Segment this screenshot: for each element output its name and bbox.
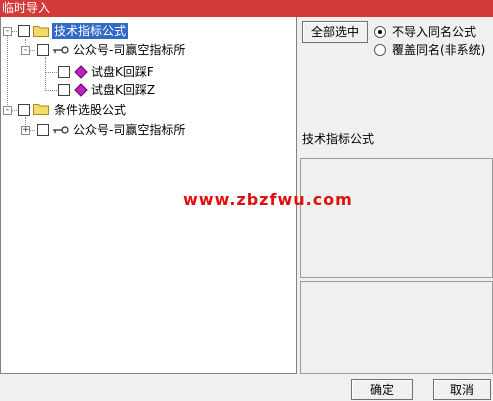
tree-connector bbox=[45, 72, 57, 73]
tree-checkbox[interactable] bbox=[58, 84, 70, 96]
tree-node-label[interactable]: 公众号-司赢空指标所 bbox=[71, 122, 187, 138]
watermark-text: www.zbzfwu.com bbox=[183, 190, 353, 209]
radio-unchecked-icon bbox=[374, 43, 386, 56]
folder-icon bbox=[33, 26, 49, 37]
tree-checkbox[interactable] bbox=[37, 124, 49, 136]
collapse-toggle[interactable]: - bbox=[21, 46, 30, 55]
key-icon bbox=[53, 46, 69, 54]
tree-checkbox[interactable] bbox=[37, 44, 49, 56]
tree-checkbox[interactable] bbox=[18, 25, 30, 37]
folder-icon bbox=[33, 104, 49, 115]
tree-node-label[interactable]: 技术指标公式 bbox=[52, 23, 129, 39]
tree-node-label[interactable]: 试盘K回踩F bbox=[89, 64, 156, 80]
collapse-toggle[interactable]: - bbox=[3, 27, 12, 36]
tree-node-label[interactable]: 条件选股公式 bbox=[52, 102, 128, 118]
select-all-button[interactable]: 全部选中 bbox=[302, 21, 368, 43]
radio-checked-icon bbox=[374, 25, 386, 38]
radio-overwrite-same-name[interactable]: 覆盖同名(非系统) bbox=[374, 41, 485, 58]
tree-node-label[interactable]: 公众号-司赢空指标所 bbox=[71, 42, 187, 58]
collapse-toggle[interactable]: - bbox=[3, 106, 12, 115]
tree-node-label[interactable]: 试盘K回踩Z bbox=[89, 82, 157, 98]
key-icon bbox=[53, 126, 69, 134]
tree-checkbox[interactable] bbox=[58, 66, 70, 78]
ok-button[interactable]: 确定 bbox=[351, 379, 413, 400]
tree-connector bbox=[7, 31, 8, 111]
radio-skip-same-name[interactable]: 不导入同名公式 bbox=[374, 23, 476, 40]
diamond-icon bbox=[74, 65, 88, 79]
expand-toggle[interactable]: + bbox=[21, 126, 30, 135]
tree-checkbox[interactable] bbox=[18, 104, 30, 116]
cancel-button[interactable]: 取消 bbox=[433, 379, 491, 400]
window-title: 临时导入 bbox=[0, 0, 493, 17]
detail-pane-bottom[interactable] bbox=[300, 281, 493, 374]
tree-connector bbox=[45, 57, 46, 91]
radio-label: 不导入同名公式 bbox=[392, 25, 477, 39]
detail-title: 技术指标公式 bbox=[302, 132, 375, 146]
tree-connector bbox=[45, 90, 57, 91]
diamond-icon bbox=[74, 83, 88, 97]
radio-label: 覆盖同名(非系统) bbox=[392, 43, 486, 57]
detail-pane-top[interactable] bbox=[300, 158, 493, 278]
